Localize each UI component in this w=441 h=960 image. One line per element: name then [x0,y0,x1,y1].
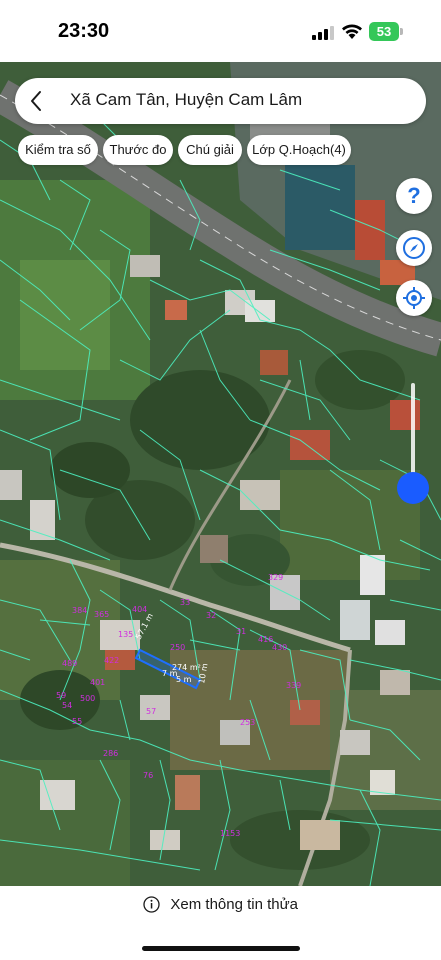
location-title: Xã Cam Tân, Huyện Cam Lâm [70,90,303,109]
plot-number: 422 [104,656,119,665]
map-view[interactable]: 57.1 m 274 m² 5 m 10 m 7 m 329 33 32 31 … [0,62,441,886]
check-number-chip[interactable]: Kiểm tra số [18,135,98,165]
plot-number: 489 [62,659,77,668]
wifi-icon [342,24,362,39]
battery-level: 53 [369,22,399,41]
plot-number: 384 [72,606,87,615]
info-icon [143,896,160,913]
plot-number: 430 [272,643,287,652]
compass-button[interactable] [396,230,432,266]
plot-number: 33 [180,598,190,607]
plot-number: 500 [80,694,95,703]
view-parcel-info-button[interactable]: Xem thông tin thửa [0,896,441,918]
measure-chip[interactable]: Thước đo [103,135,173,165]
opacity-slider-thumb[interactable] [397,472,429,504]
battery-icon: 53 [369,22,403,41]
status-time: 23:30 [58,20,110,42]
plot-number: 31 [236,627,246,636]
dimension-label-2: 5 m [176,675,192,684]
plot-number: 250 [170,643,185,652]
status-bar: 23:30 53 [0,0,441,62]
battery-cap [400,28,403,35]
compass-icon [403,237,425,259]
plot-number: 135 [118,630,133,639]
toolbar-chips: Kiểm tra số Thước đo Chú giải Lớp Q.Hoạc… [0,135,441,167]
my-location-button[interactable] [396,280,432,316]
plot-number: 76 [143,771,153,780]
back-chevron-icon[interactable] [29,90,43,112]
home-indicator[interactable] [142,946,300,951]
view-parcel-info-label: Xem thông tin thửa [170,896,299,914]
dimension-label-4: 7 m [162,669,178,678]
my-location-icon [403,287,425,309]
plot-number: 57 [146,707,156,716]
search-bar[interactable]: Xã Cam Tân, Huyện Cam Lâm [15,78,426,124]
planning-layer-chip[interactable]: Lớp Q.Hoạch(4) [247,135,351,165]
plot-number: 55 [72,717,82,726]
plot-number: 365 [94,610,109,619]
plot-number: 54 [62,701,72,710]
plot-number: 32 [206,611,216,620]
bottom-panel: Xem thông tin thửa [0,886,441,960]
plot-number: 339 [286,681,301,690]
plot-number: 416 [258,635,273,644]
plot-number: 329 [268,573,283,582]
cellular-signal-icon [312,26,334,40]
satellite-map-layer[interactable]: 57.1 m 274 m² 5 m 10 m 7 m 329 33 32 31 … [0,62,441,886]
help-icon: ? [407,183,421,208]
plot-number: 286 [103,749,118,758]
plot-number: 59 [56,691,66,700]
plot-number: 1153 [220,829,240,838]
help-button[interactable]: ? [396,178,432,214]
plot-number: 253 [240,718,255,727]
plot-number: 404 [132,605,147,614]
plot-number: 401 [90,678,105,687]
legend-chip[interactable]: Chú giải [178,135,242,165]
